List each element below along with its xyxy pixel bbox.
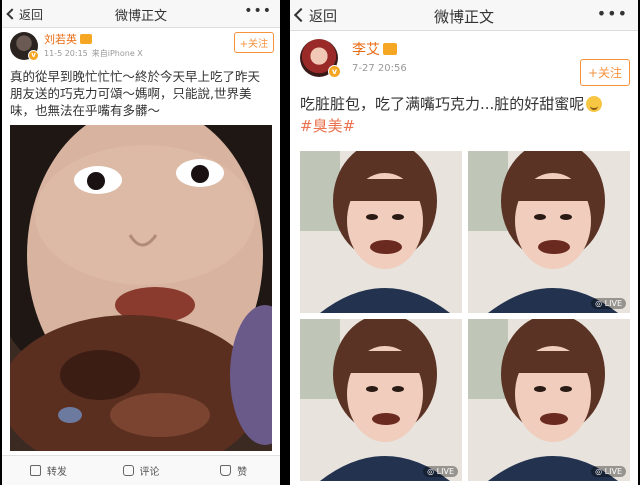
smile-emoji-icon [586, 96, 603, 112]
verified-badge-icon: v [328, 65, 341, 78]
post-time: 7-27 20:56 [352, 63, 407, 74]
left-phone-screen: 返回 微博正文 ••• v 刘若英 11-5 20:15 来自iPhone X +… [2, 0, 280, 485]
like-button[interactable]: 赞 [187, 456, 280, 485]
thumbs-up-icon [220, 465, 232, 476]
comment-button[interactable]: 评论 [95, 456, 188, 485]
more-options-icon[interactable]: ••• [597, 4, 628, 23]
photo-grid: LIVE LIVE LIVE [300, 151, 630, 481]
selfie-image [300, 151, 462, 313]
post-text-body: 吃脏脏包，吃了满嘴巧克力...脏的好甜蜜呢 [300, 95, 585, 113]
back-button[interactable]: 返回 [6, 6, 44, 23]
page-title: 微博正文 [114, 9, 167, 24]
author-row: v 刘若英 11-5 20:15 来自iPhone X +关注 [2, 28, 280, 64]
verified-badge-icon: v [28, 50, 39, 61]
chevron-left-icon [293, 7, 309, 23]
post-meta: 7-27 20:56 [352, 63, 407, 74]
action-bar: 转发 评论 赞 [2, 455, 280, 485]
selfie-image [468, 151, 630, 313]
nav-bar: 返回 微博正文 ••• [2, 0, 280, 28]
post-photo[interactable] [10, 125, 272, 451]
selfie-image [300, 319, 462, 481]
back-label: 返回 [19, 8, 44, 22]
member-crown-icon [80, 34, 92, 44]
photo-tile[interactable]: LIVE [300, 319, 462, 481]
live-badge: LIVE [591, 466, 626, 477]
author-name-text: 李艾 [352, 42, 380, 58]
post-time: 11-5 20:15 [44, 49, 88, 58]
page-title: 微博正文 [433, 8, 494, 26]
photo-tile[interactable] [300, 151, 462, 313]
repost-label: 转发 [46, 467, 67, 478]
nav-bar: 返回 微博正文 ••• [290, 0, 638, 31]
post-source: 来自iPhone X [91, 49, 143, 58]
hashtag-link[interactable]: #臭美# [300, 115, 628, 137]
post-text: 真的從早到晚忙忙忙～終於今天早上吃了昨天朋友送的巧克力可頌～媽啊，只能說,世界美… [10, 69, 261, 118]
author-name[interactable]: 刘若英 [44, 31, 92, 47]
like-label: 赞 [237, 467, 248, 478]
share-icon [29, 465, 41, 476]
author-name[interactable]: 李艾 [352, 39, 397, 59]
post-meta: 11-5 20:15 来自iPhone X [44, 48, 143, 59]
chevron-left-icon [6, 8, 18, 20]
selfie-image [468, 319, 630, 481]
comment-icon [122, 465, 134, 476]
live-badge: LIVE [591, 298, 626, 309]
repost-button[interactable]: 转发 [2, 456, 95, 485]
face-eating-chocolate-image [10, 125, 272, 451]
follow-button[interactable]: +关注 [233, 32, 274, 53]
post-text: 吃脏脏包，吃了满嘴巧克力...脏的好甜蜜呢 #臭美# [290, 93, 638, 137]
member-crown-icon [383, 43, 397, 55]
follow-button[interactable]: +关注 [579, 59, 630, 86]
photo-tile[interactable]: LIVE [468, 151, 630, 313]
author-name-text: 刘若英 [44, 33, 77, 46]
back-label: 返回 [309, 9, 337, 25]
author-row: v 李艾 7-27 20:56 +关注 [290, 31, 638, 86]
photo-tile[interactable]: LIVE [468, 319, 630, 481]
more-options-icon[interactable]: ••• [244, 3, 272, 19]
right-phone-screen: 返回 微博正文 ••• v 李艾 7-27 20:56 +关注 吃脏脏包，吃了满… [290, 0, 638, 485]
comment-label: 评论 [139, 467, 160, 478]
back-button[interactable]: 返回 [293, 6, 337, 26]
live-badge: LIVE [423, 466, 458, 477]
